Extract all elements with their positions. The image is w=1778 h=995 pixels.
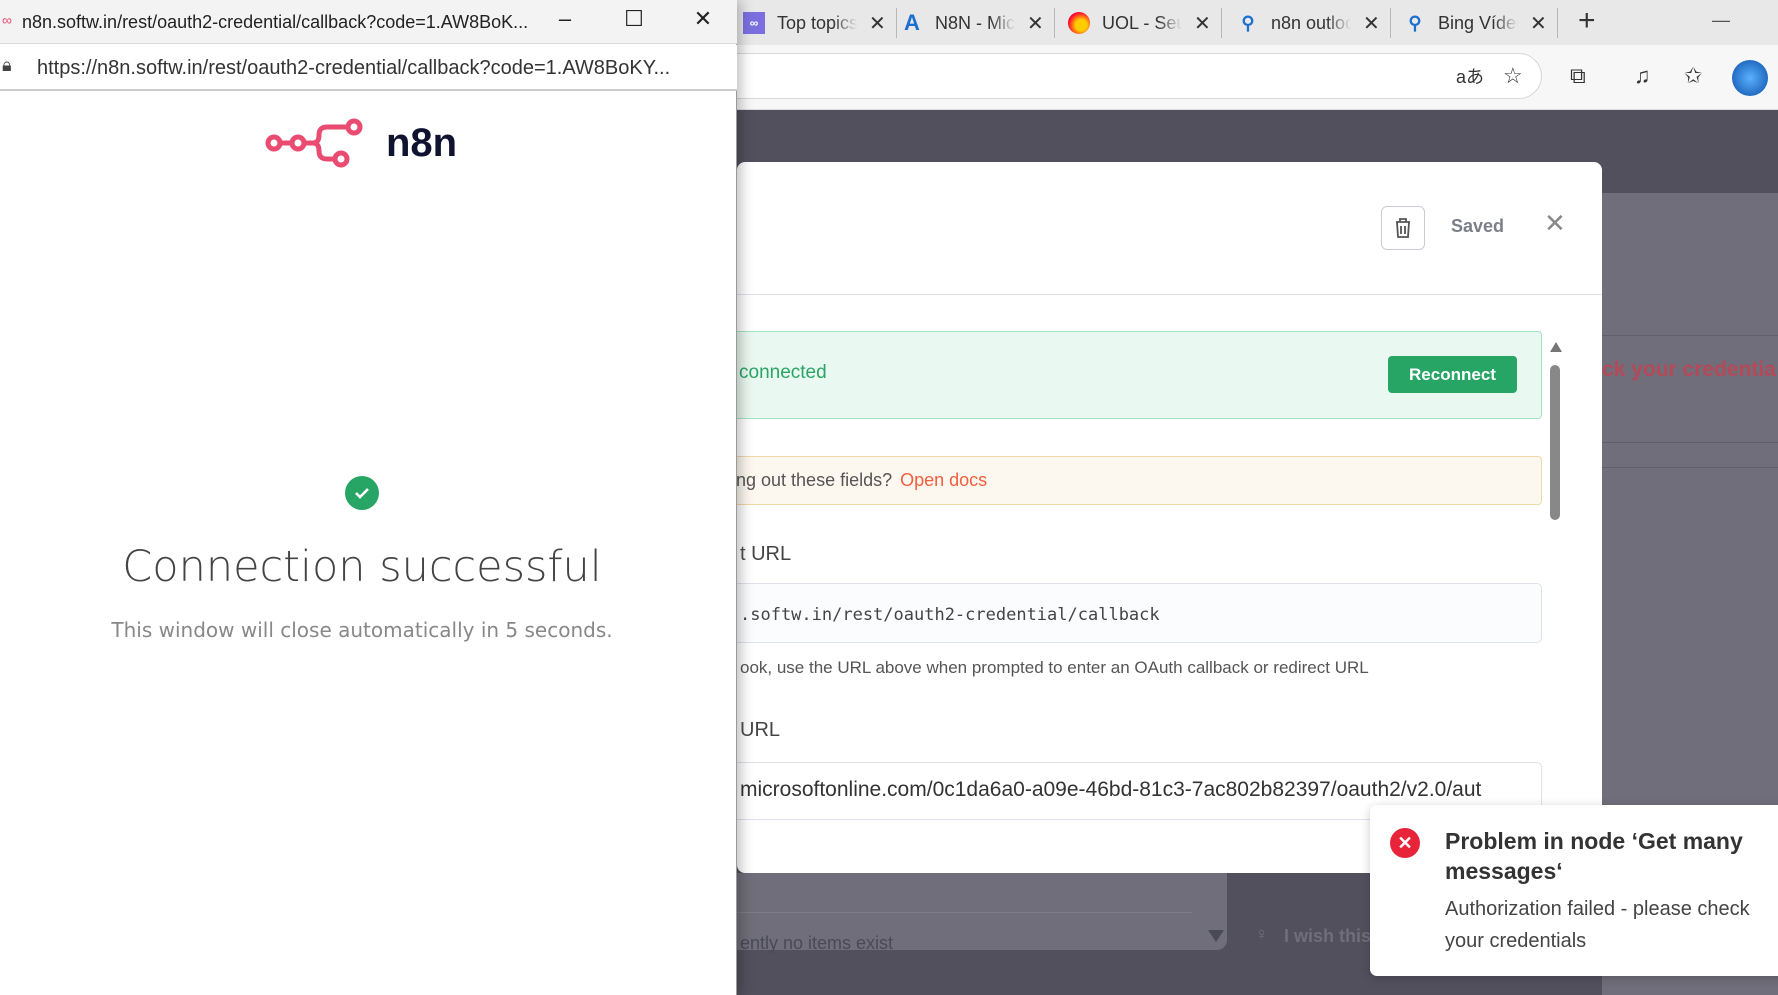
feedback-text: I wish this xyxy=(1284,926,1372,946)
toast-body: Authorization failed - please check your … xyxy=(1445,898,1750,952)
success-check-icon xyxy=(345,476,379,510)
favorite-star-icon[interactable]: ☆ xyxy=(1503,63,1523,89)
redirect-url-help: ook, use the URL above when prompted to … xyxy=(740,658,1369,677)
close-tab-icon[interactable]: ✕ xyxy=(1530,11,1547,36)
modal-scrollbar[interactable] xyxy=(1548,340,1562,530)
tab-bing-videos[interactable]: ⚲Bing Vídeos✕ xyxy=(1398,8,1558,38)
n8n-logo-text: n8n xyxy=(386,120,458,165)
background-error-text: ck your credentia xyxy=(1602,358,1776,381)
redirect-url-value: .softw.in/rest/oauth2-credential/callbac… xyxy=(740,605,1160,625)
favorites-icon[interactable]: ✩ xyxy=(1684,63,1702,89)
auth-url-label: URL xyxy=(740,719,781,741)
profile-avatar[interactable] xyxy=(1732,60,1768,96)
reconnect-button[interactable]: Reconnect xyxy=(1388,356,1517,393)
translate-icon[interactable]: aあ xyxy=(1456,63,1484,89)
popup-url: https://n8n.softw.in/rest/oauth2-credent… xyxy=(37,57,671,79)
n8n-icon: ∞ xyxy=(743,12,765,34)
n8n-favicon: ∞ xyxy=(2,12,12,28)
auth-url-value: microsoftonline.com/0c1da6a0-a09e-46bd-8… xyxy=(740,778,1482,801)
saved-status: Saved xyxy=(1451,216,1505,236)
n8n-logo-icon xyxy=(265,118,363,168)
connection-status-text: connected xyxy=(739,362,827,383)
no-items-text: ently no items exist xyxy=(740,933,894,953)
close-tab-icon[interactable]: ✕ xyxy=(1363,11,1380,36)
close-tab-icon[interactable]: ✕ xyxy=(1194,11,1211,36)
media-icon[interactable]: ♫ xyxy=(1634,63,1651,89)
tab-n8n-microsoft[interactable]: AN8N - Microsoft✕ xyxy=(895,8,1055,38)
toast-title: Problem in node ‘Get many messages‘ xyxy=(1445,828,1743,884)
scroll-up-icon[interactable] xyxy=(1550,342,1562,352)
search-icon: ⚲ xyxy=(1408,12,1422,33)
popup-maximize-button[interactable]: ☐ xyxy=(614,6,654,32)
new-tab-button[interactable]: + xyxy=(1578,4,1596,38)
lightbulb-icon: ♀ xyxy=(1255,924,1269,944)
modal-header-divider xyxy=(737,294,1602,295)
delete-button[interactable] xyxy=(1381,206,1425,250)
minimize-button[interactable]: — xyxy=(1712,10,1730,31)
open-docs-link[interactable]: Open docs xyxy=(900,470,987,490)
success-heading: Connection successful xyxy=(122,542,602,592)
tab-uol[interactable]: UOL - Seu ✕ xyxy=(1062,8,1222,38)
redirect-url-label: t URL xyxy=(740,543,792,565)
popup-close-button[interactable]: ✕ xyxy=(683,6,723,32)
uol-icon xyxy=(1068,12,1090,34)
popup-title: n8n.softw.in/rest/oauth2-credential/call… xyxy=(22,12,529,32)
azure-icon: A xyxy=(904,10,920,35)
tab-n8n-outlook[interactable]: ⚲n8n outlook✕ xyxy=(1231,8,1391,38)
scrollbar-thumb[interactable] xyxy=(1550,365,1560,520)
extensions-icon[interactable]: ⧉ xyxy=(1570,63,1586,89)
search-icon: ⚲ xyxy=(1241,12,1255,33)
auto-close-message: This window will close automatically in … xyxy=(111,618,613,642)
address-bar[interactable] xyxy=(600,53,1542,99)
dropdown-arrow-icon[interactable] xyxy=(1208,930,1224,942)
lock-icon: 🔒︎ xyxy=(2,55,12,75)
error-icon: ✕ xyxy=(1390,828,1420,858)
close-modal-icon[interactable]: ✕ xyxy=(1544,208,1566,239)
popup-title-bar: ∞ n8n.softw.in/rest/oauth2-credential/ca… xyxy=(0,0,737,44)
docs-hint-text: ng out these fields? xyxy=(736,470,893,490)
n8n-logo: n8n xyxy=(264,117,457,169)
tab-top-topics[interactable]: ∞ Top topics ✕ xyxy=(737,8,897,38)
close-tab-icon[interactable]: ✕ xyxy=(869,11,886,36)
popup-minimize-button[interactable]: – xyxy=(545,6,585,32)
trash-icon xyxy=(1396,218,1410,238)
close-tab-icon[interactable]: ✕ xyxy=(1027,11,1044,36)
